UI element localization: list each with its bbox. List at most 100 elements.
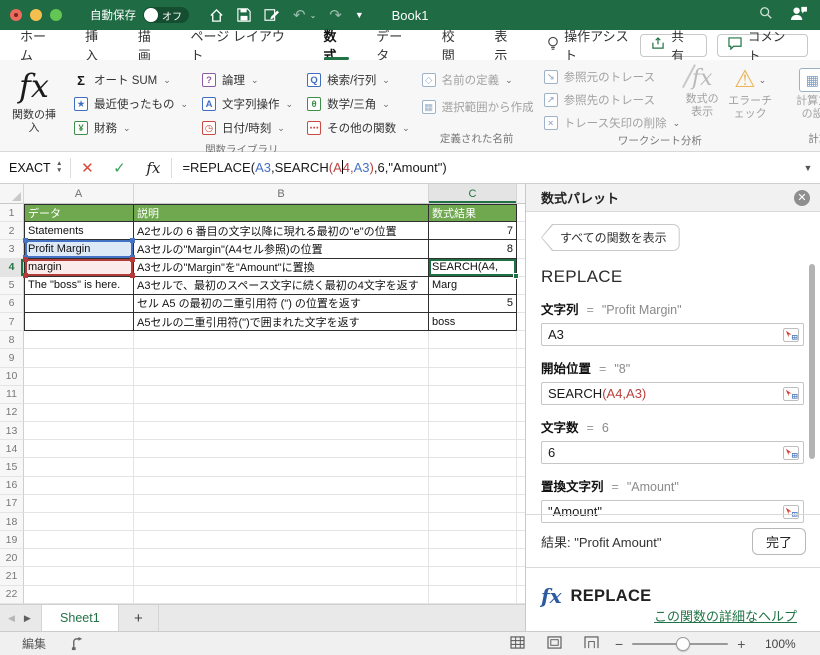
cell-A15[interactable]	[24, 458, 134, 477]
zoom-slider[interactable]	[632, 636, 729, 651]
cell-C21[interactable]	[429, 567, 517, 586]
cell-B20[interactable]	[134, 549, 429, 568]
row-header-8[interactable]: 8	[0, 331, 24, 350]
cell-A2[interactable]: Statements	[24, 222, 134, 241]
undo-icon[interactable]: ↶	[293, 6, 306, 24]
cell-C7[interactable]: boss	[429, 313, 517, 332]
done-button[interactable]: 完了	[751, 528, 806, 555]
cell-C16[interactable]	[429, 476, 517, 495]
show-formulas-button[interactable]: fx 数式の表示	[684, 68, 720, 119]
cell-C2[interactable]: 7	[429, 222, 517, 241]
cell-A5[interactable]: The "boss" is here.	[24, 276, 134, 295]
comments-button[interactable]: コメント	[716, 30, 808, 63]
column-header-B[interactable]: B	[134, 184, 429, 204]
cell-A13[interactable]	[24, 422, 134, 441]
row-header-1[interactable]: 1	[0, 204, 24, 223]
tab-view[interactable]: 表示	[494, 29, 520, 63]
cell-C1[interactable]: 数式結果	[429, 204, 517, 223]
undo-chevron-icon[interactable]: ⌄	[310, 11, 317, 20]
cell-B13[interactable]	[134, 422, 429, 441]
cell-B2[interactable]: A2セルの 6 番目の文字以降に現れる最初の"e"の位置	[134, 222, 429, 241]
ribbon-item-recently-used[interactable]: ★ 最近使ったもの ⌄	[74, 92, 188, 116]
ribbon-item-remove-arrows[interactable]: × トレース矢印の削除 ⌄	[543, 115, 680, 131]
cell-A16[interactable]	[24, 476, 134, 495]
field-input-char-count[interactable]: 6	[541, 441, 804, 464]
close-window-button[interactable]	[10, 9, 22, 21]
cell-A8[interactable]	[24, 331, 134, 350]
share-button[interactable]: 共有	[640, 30, 707, 63]
cell-B14[interactable]	[134, 440, 429, 459]
name-box-stepper[interactable]: ▲ ▼	[56, 160, 62, 175]
cell-B22[interactable]	[134, 585, 429, 604]
column-header-C[interactable]: C	[429, 184, 517, 204]
calc-options-button[interactable]: ▦ ⌄ 計算方法の設定	[792, 68, 820, 121]
tab-draw[interactable]: 描画	[138, 29, 164, 63]
cell-C8[interactable]	[429, 331, 517, 350]
row-header-4[interactable]: 4	[0, 258, 24, 277]
next-sheet-icon[interactable]: ▶	[24, 613, 31, 624]
save-icon[interactable]	[237, 8, 251, 22]
row-header-12[interactable]: 12	[0, 403, 24, 423]
cell-A9[interactable]	[24, 349, 134, 368]
cell-A6[interactable]	[24, 294, 134, 314]
cell-B8[interactable]	[134, 331, 429, 350]
row-header-19[interactable]: 19	[0, 531, 24, 550]
row-header-16[interactable]: 16	[0, 476, 24, 495]
cell-C4[interactable]: SEARCH(A4,	[429, 258, 519, 279]
cell-C6[interactable]: 5	[429, 294, 517, 314]
customize-toolbar-icon[interactable]: ▼	[355, 10, 364, 20]
cell-A3[interactable]: Profit Margin	[23, 238, 135, 260]
range-selector-icon[interactable]	[783, 445, 799, 460]
ribbon-item-financial[interactable]: ¥ 財務 ⌄	[74, 116, 188, 140]
cell-B16[interactable]	[134, 476, 429, 495]
cell-B19[interactable]	[134, 531, 429, 550]
insert-function-button[interactable]: fx 関数の挿入	[6, 64, 62, 135]
panel-scrollbar[interactable]	[809, 264, 815, 459]
cell-A21[interactable]	[24, 567, 134, 586]
cell-A10[interactable]	[24, 367, 134, 386]
cell-A12[interactable]	[24, 403, 134, 423]
cell-C19[interactable]	[429, 531, 517, 550]
cell-C22[interactable]	[429, 585, 517, 604]
cell-B21[interactable]	[134, 567, 429, 586]
edit-icon[interactable]	[264, 8, 280, 22]
cell-C13[interactable]	[429, 422, 517, 441]
cell-B4[interactable]: A3セルの"Margin"を"Amount"に置換	[134, 258, 429, 277]
row-header-20[interactable]: 20	[0, 549, 24, 568]
tab-tell-me[interactable]: 操作アシスト	[547, 29, 640, 63]
minimize-window-button[interactable]	[30, 9, 42, 21]
cell-A14[interactable]	[24, 440, 134, 459]
insert-function-fx-button[interactable]: fx	[135, 159, 171, 177]
row-header-22[interactable]: 22	[0, 585, 24, 604]
cell-A20[interactable]	[24, 549, 134, 568]
cell-C18[interactable]	[429, 512, 517, 532]
cell-B5[interactable]: A3セルで、最初のスペース文字に続く最初の4文字を返す	[134, 276, 429, 295]
row-header-3[interactable]: 3	[0, 240, 24, 259]
cell-A22[interactable]	[24, 585, 134, 604]
cell-B15[interactable]	[134, 458, 429, 477]
account-icon[interactable]	[789, 5, 808, 26]
page-layout-view-icon[interactable]	[547, 635, 562, 652]
cell-C5[interactable]: Marg	[429, 276, 517, 295]
cell-A18[interactable]	[24, 512, 134, 532]
cell-C9[interactable]	[429, 349, 517, 368]
cell-C12[interactable]	[429, 403, 517, 423]
range-selector-icon[interactable]	[783, 327, 799, 342]
sheet-tab-sheet1[interactable]: Sheet1	[40, 605, 119, 631]
formula-text[interactable]: =REPLACE(A3,SEARCH(A4,A3),6,"Amount")	[172, 160, 796, 175]
home-icon[interactable]	[209, 8, 224, 23]
ribbon-item-create-from-selection[interactable]: ▦ 選択範囲から作成	[421, 99, 534, 115]
cell-A11[interactable]	[24, 385, 134, 404]
tab-home[interactable]: ホーム	[20, 29, 58, 63]
row-header-10[interactable]: 10	[0, 367, 24, 386]
row-header-5[interactable]: 5	[0, 276, 24, 295]
error-check-button[interactable]: ⚠ ⌄ エラーチェック	[728, 68, 772, 121]
zoom-in-button[interactable]: +	[737, 636, 745, 652]
search-icon[interactable]	[759, 6, 773, 25]
cell-B3[interactable]: A3セルの"Margin"(A4セル参照)の位置	[134, 240, 429, 259]
accessibility-status-icon[interactable]	[70, 636, 85, 651]
column-header-A[interactable]: A	[24, 184, 134, 204]
cell-B12[interactable]	[134, 403, 429, 423]
row-header-2[interactable]: 2	[0, 222, 24, 241]
cell-C15[interactable]	[429, 458, 517, 477]
